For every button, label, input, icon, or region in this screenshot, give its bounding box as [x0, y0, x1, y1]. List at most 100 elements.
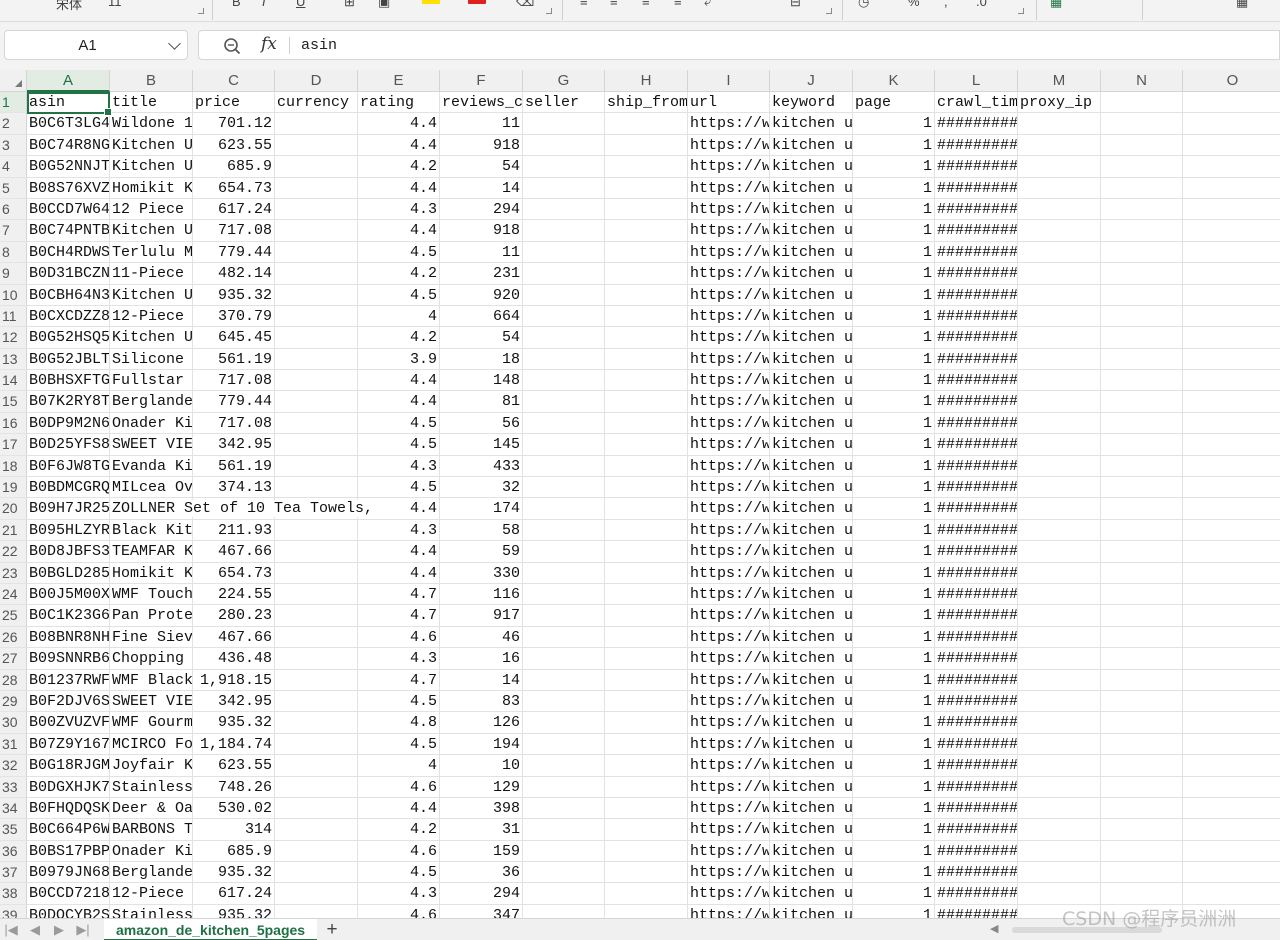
cell-i26[interactable]: https://www: [688, 626, 770, 649]
cell-c3[interactable]: 623.55: [193, 134, 275, 157]
cell-c28[interactable]: 1,918.15: [193, 669, 275, 691]
cell-a31[interactable]: B07Z9Y1677: [27, 733, 110, 756]
cell-n24[interactable]: [1101, 583, 1183, 606]
cell-m35[interactable]: [1018, 819, 1101, 841]
cell-f19[interactable]: 32: [440, 477, 523, 499]
cell-d22[interactable]: [275, 541, 358, 563]
cell-f12[interactable]: 54: [440, 327, 523, 349]
cell-a24[interactable]: B00J5M00X1: [27, 583, 110, 606]
cell-l31[interactable]: ##########: [935, 733, 1018, 756]
cell-g19[interactable]: [523, 477, 605, 499]
row-header-19[interactable]: 19: [0, 477, 27, 499]
cell-g30[interactable]: [523, 712, 605, 734]
row-header-2[interactable]: 2: [0, 113, 27, 135]
cell-j6[interactable]: kitchen ut: [770, 198, 853, 221]
cell-e23[interactable]: 4.4: [358, 562, 440, 584]
cell-n29[interactable]: [1101, 690, 1183, 713]
cell-d38[interactable]: [275, 883, 358, 905]
percent-icon[interactable]: %: [908, 0, 920, 9]
cell-a4[interactable]: B0G52NNJTH: [27, 156, 110, 178]
cell-b3[interactable]: Kitchen Ut: [110, 134, 193, 157]
row-header-28[interactable]: 28: [0, 669, 27, 691]
font-group-launcher-icon[interactable]: [198, 8, 204, 14]
cell-e21[interactable]: 4.3: [358, 519, 440, 542]
row-header-34[interactable]: 34: [0, 797, 27, 820]
cell-a39[interactable]: B0DQCYB2S1: [27, 904, 110, 918]
cell-f3[interactable]: 918: [440, 134, 523, 157]
cell-m37[interactable]: [1018, 862, 1101, 884]
cell-e25[interactable]: 4.7: [358, 605, 440, 627]
cell-f1[interactable]: reviews_count: [440, 92, 523, 114]
cell-m34[interactable]: [1018, 797, 1101, 820]
cell-b5[interactable]: Homikit Ki: [110, 177, 193, 199]
cell-b12[interactable]: Kitchen Ut: [110, 327, 193, 349]
cell-e10[interactable]: 4.5: [358, 284, 440, 306]
cell-f33[interactable]: 129: [440, 776, 523, 798]
formula-input[interactable]: fx asin: [198, 30, 1280, 60]
cell-i13[interactable]: https://www: [688, 348, 770, 371]
cell-b20[interactable]: ZOLLNER Set of 10 Tea Towels,: [110, 498, 374, 520]
cell-f13[interactable]: 18: [440, 348, 523, 371]
cell-k13[interactable]: 1: [853, 348, 935, 371]
cell-a38[interactable]: B0CCD7218I: [27, 883, 110, 905]
cell-i23[interactable]: https://www: [688, 562, 770, 584]
cell-l21[interactable]: ##########: [935, 519, 1018, 542]
cell-o23[interactable]: [1183, 562, 1280, 584]
cell-d2[interactable]: [275, 113, 358, 135]
cell-o26[interactable]: [1183, 626, 1280, 649]
cell-i25[interactable]: https://www: [688, 605, 770, 627]
cell-d9[interactable]: [275, 263, 358, 285]
cell-i7[interactable]: https://www: [688, 220, 770, 242]
cell-b13[interactable]: Silicone K: [110, 348, 193, 371]
cell-b36[interactable]: Onader Kit: [110, 840, 193, 863]
cell-i38[interactable]: https://www: [688, 883, 770, 905]
cell-j25[interactable]: kitchen ut: [770, 605, 853, 627]
row-header-15[interactable]: 15: [0, 391, 27, 413]
cell-e19[interactable]: 4.5: [358, 477, 440, 499]
cell-l4[interactable]: ##########: [935, 156, 1018, 178]
cell-l28[interactable]: ##########: [935, 669, 1018, 691]
cell-l5[interactable]: ##########: [935, 177, 1018, 199]
cell-h14[interactable]: [605, 370, 688, 392]
borders-icon[interactable]: ⊞: [344, 0, 355, 10]
cell-b23[interactable]: Homikit Ki: [110, 562, 193, 584]
row-header-32[interactable]: 32: [0, 755, 27, 777]
row-header-17[interactable]: 17: [0, 434, 27, 456]
cell-o10[interactable]: [1183, 284, 1280, 306]
cell-j10[interactable]: kitchen ut: [770, 284, 853, 306]
cell-n10[interactable]: [1101, 284, 1183, 306]
fill-bucket-icon[interactable]: ▣: [378, 0, 390, 10]
cell-j3[interactable]: kitchen ut: [770, 134, 853, 157]
cell-l10[interactable]: ##########: [935, 284, 1018, 306]
cell-l1[interactable]: crawl_time: [935, 92, 1018, 114]
cell-f21[interactable]: 58: [440, 519, 523, 542]
cell-b6[interactable]: 12 Piece K: [110, 198, 193, 221]
column-header-j[interactable]: J: [770, 70, 853, 92]
cell-a21[interactable]: B095HLZYR8: [27, 519, 110, 542]
cell-i28[interactable]: https://www: [688, 669, 770, 691]
cell-b10[interactable]: Kitchen Ut: [110, 284, 193, 306]
cell-o16[interactable]: [1183, 412, 1280, 435]
row-header-33[interactable]: 33: [0, 776, 27, 798]
cell-n18[interactable]: [1101, 455, 1183, 478]
cell-b17[interactable]: SWEET VIEW: [110, 434, 193, 456]
cell-i29[interactable]: https://www: [688, 690, 770, 713]
cell-c23[interactable]: 654.73: [193, 562, 275, 584]
cell-o33[interactable]: [1183, 776, 1280, 798]
cell-d13[interactable]: [275, 348, 358, 371]
cell-f20[interactable]: 174: [440, 498, 523, 520]
cell-e7[interactable]: 4.4: [358, 220, 440, 242]
cell-d5[interactable]: [275, 177, 358, 199]
cell-c27[interactable]: 436.48: [193, 648, 275, 670]
cell-o22[interactable]: [1183, 541, 1280, 563]
row-header-35[interactable]: 35: [0, 819, 27, 841]
cell-e27[interactable]: 4.3: [358, 648, 440, 670]
cell-c31[interactable]: 1,184.74: [193, 733, 275, 756]
cell-b27[interactable]: Chopping B: [110, 648, 193, 670]
cell-m15[interactable]: [1018, 391, 1101, 413]
cell-c32[interactable]: 623.55: [193, 755, 275, 777]
cell-k26[interactable]: 1: [853, 626, 935, 649]
cell-n31[interactable]: [1101, 733, 1183, 756]
cell-f7[interactable]: 918: [440, 220, 523, 242]
cell-g7[interactable]: [523, 220, 605, 242]
